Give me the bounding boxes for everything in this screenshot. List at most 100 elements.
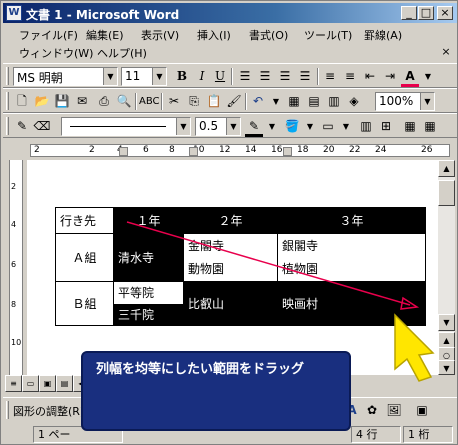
save-icon[interactable]: 💾	[53, 93, 71, 110]
table-cell[interactable]: 清水寺	[113, 233, 184, 282]
menu-edit[interactable]: 編集(E)	[84, 26, 126, 44]
outline-view-button[interactable]: ▤	[56, 375, 73, 392]
print-icon[interactable]: ⎙	[95, 93, 113, 110]
paste-icon[interactable]: 📋	[205, 93, 223, 110]
vertical-ruler[interactable]: 2 4 6 8 10	[3, 160, 27, 375]
columns-icon[interactable]: ▥	[325, 93, 343, 110]
scroll-down-button[interactable]: ▼	[438, 314, 455, 331]
insert-picture-icon[interactable]: ▣	[413, 402, 431, 419]
table-cell[interactable]: １年	[113, 207, 184, 234]
font-color-icon[interactable]: A	[401, 68, 419, 87]
font-name-select[interactable]: MS 明朝 ▼	[13, 67, 118, 86]
word-app-icon[interactable]: W	[6, 5, 22, 21]
clipart-icon[interactable]: 🖼	[385, 402, 403, 419]
align-left-icon[interactable]: ☰	[236, 68, 254, 85]
line-style-select[interactable]: ▼	[61, 117, 191, 136]
table-cell[interactable]: 行き先	[55, 207, 114, 234]
table-cell[interactable]: 動物園	[183, 256, 278, 283]
format-painter-icon[interactable]: 🖌	[225, 93, 243, 110]
toolbar-grip[interactable]	[6, 401, 9, 419]
bold-icon[interactable]: B	[173, 68, 191, 85]
align-cell-icon[interactable]: ▦	[401, 118, 419, 135]
scroll-thumb[interactable]	[438, 180, 455, 206]
adjust-shapes-menu[interactable]: 図形の調整(R)	[13, 403, 84, 419]
maximize-button[interactable]: □	[418, 6, 434, 20]
font-size-select[interactable]: 11 ▼	[121, 67, 167, 86]
print-layout-button[interactable]: ▣	[39, 375, 56, 392]
justify-icon[interactable]: ☰	[296, 68, 314, 85]
align-right-icon[interactable]: ☰	[276, 68, 294, 85]
column-marker[interactable]	[283, 147, 292, 156]
table-cell[interactable]: 植物園	[277, 256, 426, 283]
table-cell[interactable]: Ｂ組	[55, 281, 114, 326]
toolbar-grip[interactable]	[6, 92, 9, 110]
italic-icon[interactable]: I	[193, 68, 211, 85]
menu-file[interactable]: ファイル(F)	[17, 26, 80, 44]
diagram-icon[interactable]: ✿	[363, 402, 381, 419]
draw-table-pencil-icon[interactable]: ✎	[13, 118, 31, 135]
next-page-button[interactable]: ▼	[438, 360, 455, 375]
web-layout-button[interactable]: ▭	[22, 375, 39, 392]
table-cell[interactable]: 銀閣寺	[277, 233, 426, 257]
insert-table-icon[interactable]: ▦	[285, 93, 303, 110]
align-center-icon[interactable]: ☰	[256, 68, 274, 85]
document-close-button[interactable]: ×	[439, 45, 453, 59]
insert-excel-icon[interactable]: ▤	[305, 93, 323, 110]
trip-table[interactable]: 行き先 １年 ２年 ３年 Ａ組 清水寺 金閣寺 銀閣寺 動物園 植物園 Ｂ組 平…	[55, 207, 426, 326]
toolbar-grip[interactable]	[6, 117, 9, 135]
chevron-down-icon[interactable]: ▼	[226, 118, 240, 135]
copy-icon[interactable]: ⎘	[185, 93, 203, 110]
cut-icon[interactable]: ✂	[165, 93, 183, 110]
chevron-down-icon[interactable]: ▼	[263, 118, 281, 135]
border-color-icon[interactable]: ✎	[245, 118, 263, 137]
close-button[interactable]: ×	[437, 6, 453, 20]
horizontal-ruler[interactable]: 2 2 4 6 8 10 12 14 16 18 20 22 24 26	[3, 141, 457, 160]
toolbar-grip[interactable]	[6, 67, 9, 85]
mail-icon[interactable]: ✉	[73, 93, 91, 110]
column-marker[interactable]	[119, 147, 128, 156]
increase-indent-icon[interactable]: ⇥	[381, 68, 399, 85]
normal-view-button[interactable]: ≡	[5, 375, 22, 392]
menu-insert[interactable]: 挿入(I)	[195, 26, 233, 44]
chevron-down-icon[interactable]: ▼	[267, 93, 285, 110]
ruler-track[interactable]: 2 2 4 6 8 10 12 14 16 18 20 22 24 26	[30, 144, 450, 157]
numbering-icon[interactable]: ≡	[321, 68, 339, 85]
decrease-indent-icon[interactable]: ⇤	[361, 68, 379, 85]
chevron-down-icon[interactable]: ▼	[176, 118, 190, 135]
split-cells-icon[interactable]: ⊞	[377, 118, 395, 135]
borders-icon[interactable]: ▭	[319, 118, 337, 135]
shading-color-icon[interactable]: 🪣	[283, 118, 301, 135]
bullets-icon[interactable]: ≡	[341, 68, 359, 85]
open-folder-icon[interactable]: 📂	[33, 93, 51, 110]
menu-format[interactable]: 書式(O)	[247, 26, 290, 44]
chevron-down-icon[interactable]: ▼	[337, 118, 355, 135]
title-bar[interactable]: W 文書 1 - Microsoft Word _ □ ×	[3, 3, 457, 23]
table-cell[interactable]: 比叡山	[183, 281, 278, 326]
menu-table[interactable]: 罫線(A)	[362, 26, 404, 44]
underline-icon[interactable]: U	[211, 68, 229, 85]
drawing-icon[interactable]: ◈	[345, 93, 363, 110]
table-cell[interactable]: ２年	[183, 207, 278, 234]
menu-window[interactable]: ウィンドウ(W)	[17, 44, 95, 62]
chevron-down-icon[interactable]: ▼	[420, 93, 434, 110]
column-marker[interactable]	[189, 147, 198, 156]
scroll-up-button[interactable]: ▲	[438, 160, 455, 177]
spelling-icon[interactable]: ABC	[139, 93, 160, 110]
new-document-icon[interactable]: 🗋	[13, 93, 31, 110]
menu-help[interactable]: ヘルプ(H)	[95, 44, 149, 62]
table-cell[interactable]: 金閣寺	[183, 233, 278, 257]
table-grid-icon[interactable]: ▦	[421, 118, 439, 135]
vertical-scrollbar[interactable]: ▲ ▼ ▲ ○ ▼	[438, 160, 455, 375]
undo-icon[interactable]: ↶	[249, 93, 267, 110]
chevron-down-icon[interactable]: ▼	[301, 118, 319, 135]
chevron-down-icon[interactable]: ▼	[152, 68, 166, 85]
chevron-down-icon[interactable]: ▼	[419, 68, 437, 85]
table-cell[interactable]: 三千院	[113, 303, 184, 326]
merge-cells-icon[interactable]: ▥	[357, 118, 375, 135]
table-cell[interactable]: Ａ組	[55, 233, 114, 282]
menu-tools[interactable]: ツール(T)	[302, 26, 354, 44]
print-preview-icon[interactable]: 🔍	[115, 93, 133, 110]
minimize-button[interactable]: _	[401, 6, 417, 20]
vertical-ruler-track[interactable]: 2 4 6 8 10	[9, 160, 23, 375]
table-cell[interactable]: 平等院	[113, 281, 184, 304]
